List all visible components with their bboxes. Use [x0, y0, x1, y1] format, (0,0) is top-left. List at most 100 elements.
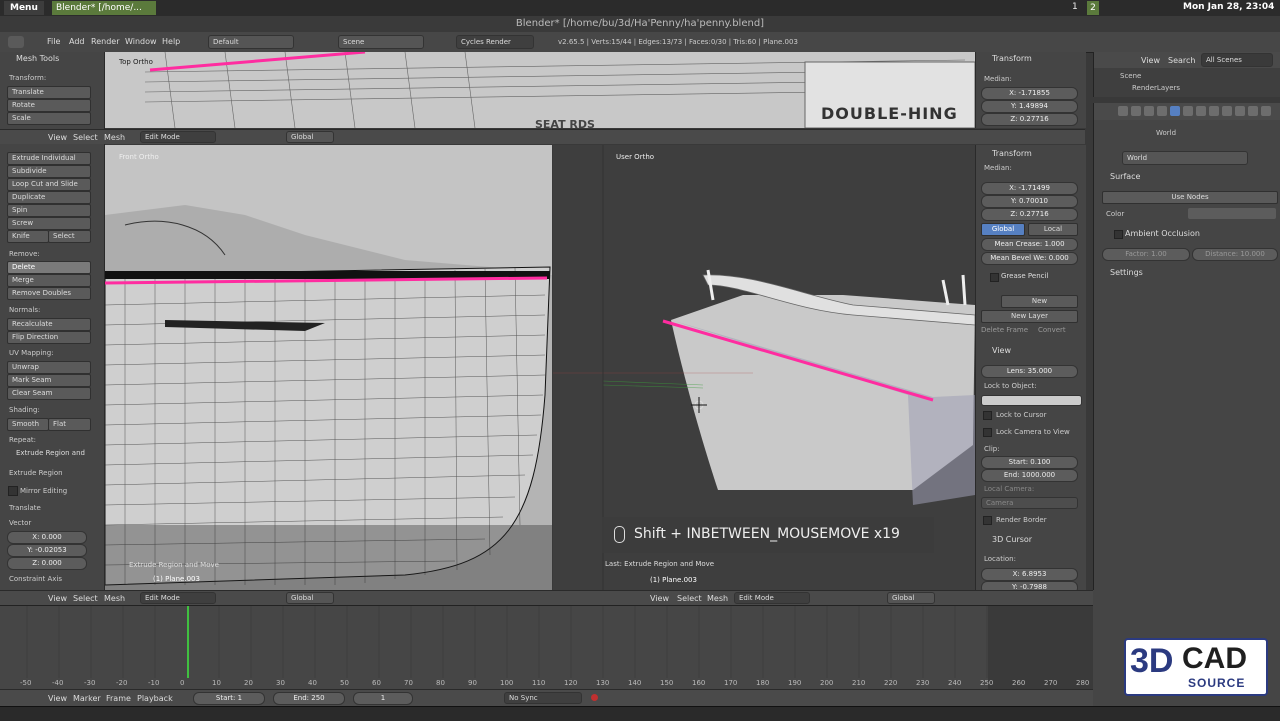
- scale-button[interactable]: Scale: [7, 112, 91, 125]
- lock-object-field[interactable]: [981, 395, 1082, 406]
- top-transform-header[interactable]: Transform: [992, 54, 1032, 63]
- remove-doubles-button[interactable]: Remove Doubles: [7, 287, 91, 300]
- extrude-individual-button[interactable]: Extrude Individual: [7, 152, 91, 165]
- ambient-occlusion-header[interactable]: Ambient Occlusion: [1125, 229, 1200, 238]
- lock-camera-checkbox[interactable]: [983, 428, 992, 437]
- world-datablock-field[interactable]: World: [1122, 151, 1248, 165]
- scene-selector[interactable]: Scene: [338, 35, 424, 49]
- unwrap-button[interactable]: Unwrap: [7, 361, 91, 374]
- top-median-y[interactable]: Y: 1.49894: [981, 100, 1078, 113]
- mean-bevel-field[interactable]: Mean Bevel We: 0.000: [981, 252, 1078, 265]
- vector-z-field[interactable]: Z: 0.000: [7, 557, 87, 570]
- ambient-occlusion-checkbox[interactable]: [1114, 230, 1123, 239]
- os-menu-button[interactable]: Menu: [4, 1, 44, 15]
- outliner-scene-item[interactable]: Scene: [1120, 72, 1141, 80]
- start-frame-field[interactable]: Start: 1: [193, 692, 265, 705]
- transform-header[interactable]: Transform: [992, 149, 1032, 158]
- rotate-button[interactable]: Rotate: [7, 99, 91, 112]
- timeline-menu-view[interactable]: View: [48, 694, 67, 703]
- render-tab-icon[interactable]: [1118, 106, 1128, 116]
- menu-add[interactable]: Add: [69, 37, 85, 46]
- delete-frame-button[interactable]: Delete Frame: [981, 326, 1028, 334]
- smooth-button[interactable]: Smooth: [7, 418, 49, 431]
- timeline-menu-frame[interactable]: Frame: [106, 694, 131, 703]
- render-engine-selector[interactable]: Cycles Render: [456, 35, 534, 49]
- median-z-field[interactable]: Z: 0.27716: [981, 208, 1078, 221]
- timeline[interactable]: [0, 605, 1093, 690]
- texture-tab-icon[interactable]: [1248, 106, 1258, 116]
- blender-task-button[interactable]: Blender* [/home/...: [52, 1, 156, 15]
- ao-factor-field[interactable]: Factor: 1.00: [1102, 248, 1190, 261]
- upper-orientation-selector[interactable]: Global: [286, 131, 334, 143]
- material-tab-icon[interactable]: [1235, 106, 1245, 116]
- grease-pencil-checkbox[interactable]: [990, 273, 999, 282]
- knife-select-button[interactable]: Select: [48, 230, 91, 243]
- particles-tab-icon[interactable]: [1261, 106, 1271, 116]
- menu-help[interactable]: Help: [162, 37, 180, 46]
- mark-seam-button[interactable]: Mark Seam: [7, 374, 91, 387]
- user-mode-selector[interactable]: Edit Mode: [734, 592, 810, 604]
- translate-button[interactable]: Translate: [7, 86, 91, 99]
- menu-file[interactable]: File: [47, 37, 60, 46]
- merge-button[interactable]: Merge: [7, 274, 91, 287]
- global-toggle[interactable]: Global: [981, 223, 1025, 236]
- new-layer-button[interactable]: New Layer: [981, 310, 1078, 323]
- workspace-2[interactable]: 2: [1087, 1, 1099, 15]
- clear-seam-button[interactable]: Clear Seam: [7, 387, 91, 400]
- timeline-menu-playback[interactable]: Playback: [137, 694, 173, 703]
- clip-start-field[interactable]: Start: 0.100: [981, 456, 1078, 469]
- user-orientation-selector[interactable]: Global: [887, 592, 935, 604]
- constraints-tab-icon[interactable]: [1196, 106, 1206, 116]
- outliner-filter[interactable]: All Scenes: [1201, 53, 1273, 67]
- flat-button[interactable]: Flat: [48, 418, 91, 431]
- mean-crease-field[interactable]: Mean Crease: 1.000: [981, 238, 1078, 251]
- cursor-x-field[interactable]: X: 6.8953: [981, 568, 1078, 581]
- subdivide-button[interactable]: Subdivide: [7, 165, 91, 178]
- median-y-field[interactable]: Y: 0.70010: [981, 195, 1078, 208]
- end-frame-field[interactable]: End: 250: [273, 692, 345, 705]
- outliner-menu-search[interactable]: Search: [1168, 56, 1195, 65]
- user-menu-mesh[interactable]: Mesh: [707, 594, 728, 603]
- sync-selector[interactable]: No Sync: [504, 692, 582, 704]
- recalculate-button[interactable]: Recalculate: [7, 318, 91, 331]
- duplicate-button[interactable]: Duplicate: [7, 191, 91, 204]
- delete-button[interactable]: Delete: [7, 261, 91, 274]
- layers-tab-icon[interactable]: [1131, 106, 1141, 116]
- outliner-renderlayers-item[interactable]: RenderLayers: [1132, 84, 1180, 92]
- object-tab-icon[interactable]: [1183, 106, 1193, 116]
- menu-window[interactable]: Window: [125, 37, 157, 46]
- outliner-menu-view[interactable]: View: [1141, 56, 1160, 65]
- screw-button[interactable]: Screw: [7, 217, 91, 230]
- front-orientation-selector[interactable]: Global: [286, 592, 334, 604]
- settings-header[interactable]: Settings: [1110, 268, 1143, 277]
- user-ortho-viewport[interactable]: User Ortho Shift + INBETWEEN_MOUSEMOVE x…: [553, 145, 975, 590]
- convert-button[interactable]: Convert: [1038, 326, 1066, 334]
- local-toggle[interactable]: Local: [1028, 223, 1078, 236]
- upper-menu-select[interactable]: Select: [73, 133, 98, 142]
- front-menu-view[interactable]: View: [48, 594, 67, 603]
- data-tab-icon[interactable]: [1222, 106, 1232, 116]
- world-tab-icon[interactable]: [1157, 106, 1167, 116]
- grease-new-button[interactable]: New: [1001, 295, 1078, 308]
- spin-button[interactable]: Spin: [7, 204, 91, 217]
- vector-x-field[interactable]: X: 0.000: [7, 531, 87, 544]
- repeat-item[interactable]: Extrude Region and: [16, 449, 85, 457]
- menu-render[interactable]: Render: [91, 37, 119, 46]
- flip-direction-button[interactable]: Flip Direction: [7, 331, 91, 344]
- mirror-editing-checkbox[interactable]: [8, 486, 18, 496]
- front-mode-selector[interactable]: Edit Mode: [140, 592, 216, 604]
- lens-field[interactable]: Lens: 35.000: [981, 365, 1078, 378]
- front-menu-mesh[interactable]: Mesh: [104, 594, 125, 603]
- clip-end-field[interactable]: End: 1000.000: [981, 469, 1078, 482]
- editor-type-icon[interactable]: [8, 36, 24, 48]
- mesh-tools-header[interactable]: Mesh Tools: [16, 54, 59, 63]
- loop-cut-button[interactable]: Loop Cut and Slide: [7, 178, 91, 191]
- grease-pencil-header[interactable]: Grease Pencil: [1001, 272, 1048, 280]
- workspace-1[interactable]: 1: [1072, 2, 1078, 12]
- top-median-x[interactable]: X: -1.71855: [981, 87, 1078, 100]
- render-border-checkbox[interactable]: [983, 516, 992, 525]
- upper-mode-selector[interactable]: Edit Mode: [140, 131, 216, 143]
- 3d-cursor-header[interactable]: 3D Cursor: [992, 535, 1032, 544]
- view-header[interactable]: View: [992, 346, 1011, 355]
- world-tab-active-icon[interactable]: [1170, 106, 1180, 116]
